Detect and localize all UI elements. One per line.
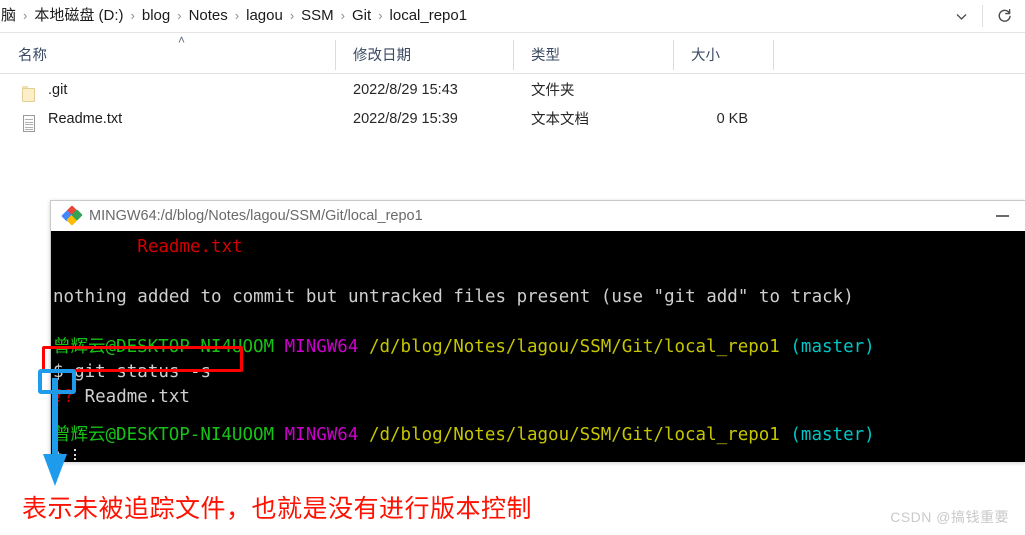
breadcrumb-item-8[interactable]: local_repo1 bbox=[385, 4, 473, 28]
address-bar-controls bbox=[940, 0, 1025, 33]
column-header-label: 名称 bbox=[18, 47, 47, 64]
folder-icon bbox=[21, 85, 39, 104]
annotation-note: 表示未被追踪文件，也就是没有进行版本控制 bbox=[22, 494, 533, 523]
terminal-text: /d/blog/Notes/lagou/SSM/Git/local_repo1 bbox=[368, 425, 780, 445]
csdn-watermark: CSDN @搞钱重要 bbox=[890, 509, 1009, 525]
minimize-button[interactable] bbox=[996, 215, 1009, 217]
file-name: .git bbox=[48, 81, 68, 98]
terminal-text: nothing added to commit but untracked fi… bbox=[53, 287, 854, 307]
table-row[interactable]: .git 2022/8/29 15:43 文件夹 bbox=[0, 75, 1025, 104]
file-name: Readme.txt bbox=[48, 110, 123, 127]
column-divider[interactable] bbox=[773, 40, 774, 70]
mingw64-terminal-window[interactable]: MINGW64:/d/blog/Notes/lagou/SSM/Git/loca… bbox=[50, 200, 1025, 462]
terminal-title-bar[interactable]: MINGW64:/d/blog/Notes/lagou/SSM/Git/loca… bbox=[51, 201, 1025, 231]
explorer-address-bar[interactable]: 脑 › 本地磁盘 (D:) › blog › Notes › lagou › SSM › Git › loc… bbox=[0, 0, 1025, 33]
column-header-1[interactable]: 名称 ˄ bbox=[0, 34, 353, 74]
breadcrumb[interactable]: 脑 › 本地磁盘 (D:) › blog › Notes › lagou › SSM › Git › loc… bbox=[0, 4, 940, 28]
breadcrumb-separator: › bbox=[177, 8, 182, 23]
breadcrumb-item-3[interactable]: blog bbox=[137, 4, 175, 28]
column-header-3[interactable]: 类型 bbox=[513, 34, 673, 74]
breadcrumb-separator: › bbox=[130, 8, 135, 23]
breadcrumb-separator: › bbox=[234, 8, 240, 23]
terminal-text: Readme.txt bbox=[74, 387, 190, 407]
file-list: .git 2022/8/29 15:43 文件夹 Readme.txt 2022/8/2… bbox=[0, 75, 1025, 133]
breadcrumb-separator: › bbox=[289, 8, 295, 23]
terminal-line-1: Readme.txt bbox=[53, 235, 243, 260]
column-divider[interactable] bbox=[513, 40, 514, 70]
column-header-label: 大小 bbox=[691, 47, 720, 64]
sort-ascending-icon: ˄ bbox=[178, 33, 186, 47]
terminal-text: MINGW64 bbox=[284, 337, 359, 357]
breadcrumb-item-1[interactable]: 脑 bbox=[0, 4, 21, 28]
breadcrumb-item-4[interactable]: Notes bbox=[184, 4, 233, 28]
file-type: 文本文档 bbox=[531, 112, 589, 128]
file-size: 0 KB bbox=[716, 110, 748, 127]
chevron-down-icon[interactable] bbox=[940, 0, 982, 33]
column-header-label: 类型 bbox=[531, 47, 560, 64]
file-list-column-headers: 名称 ˄ 修改日期 类型 大小 bbox=[0, 34, 1025, 74]
file-date-modified: 2022/8/29 15:43 bbox=[353, 81, 458, 98]
terminal-text: MINGW64 bbox=[284, 425, 359, 445]
terminal-text: /d/blog/Notes/lagou/SSM/Git/local_repo1 bbox=[368, 337, 780, 357]
column-header-label: 修改日期 bbox=[353, 47, 411, 64]
breadcrumb-separator: › bbox=[378, 8, 383, 23]
column-header-2[interactable]: 修改日期 bbox=[335, 34, 531, 74]
table-row[interactable]: Readme.txt 2022/8/29 15:39 文本文档 0 KB bbox=[0, 104, 1025, 133]
file-date-modified: 2022/8/29 15:39 bbox=[353, 110, 458, 127]
breadcrumb-item-6[interactable]: SSM bbox=[296, 4, 339, 28]
breadcrumb-item-2[interactable]: 本地磁盘 (D:) bbox=[29, 4, 128, 28]
terminal-text: (master) bbox=[790, 425, 875, 445]
column-divider[interactable] bbox=[673, 40, 674, 70]
terminal-line-6: 曾辉云@DESKTOP-NI4UOOM MINGW64 /d/blog/Note… bbox=[53, 423, 875, 448]
terminal-text: 曾辉云@DESKTOP-NI4UOOM bbox=[53, 425, 275, 445]
breadcrumb-separator: › bbox=[340, 8, 346, 23]
git-bash-icon bbox=[61, 205, 83, 226]
screenshot-root: 脑 › 本地磁盘 (D:) › blog › Notes › lagou › SSM › Git › loc… bbox=[0, 0, 1025, 535]
terminal-title-text: MINGW64:/d/blog/Notes/lagou/SSM/Git/loca… bbox=[89, 208, 423, 224]
breadcrumb-separator: › bbox=[23, 8, 28, 23]
text-document-icon bbox=[21, 114, 39, 133]
breadcrumb-item-7[interactable]: Git bbox=[347, 4, 376, 28]
refresh-icon[interactable] bbox=[983, 0, 1025, 33]
blue-annotation-arrow bbox=[43, 378, 67, 486]
column-header-4[interactable]: 大小 bbox=[673, 34, 773, 74]
terminal-text: Readme.txt bbox=[53, 237, 243, 257]
breadcrumb-item-5[interactable]: lagou bbox=[241, 4, 288, 28]
file-type: 文件夹 bbox=[531, 83, 575, 99]
column-divider[interactable] bbox=[335, 40, 336, 70]
terminal-text: (master) bbox=[790, 337, 875, 357]
status-code-highlight-box bbox=[38, 369, 76, 394]
terminal-line-2: nothing added to commit but untracked fi… bbox=[53, 285, 854, 310]
